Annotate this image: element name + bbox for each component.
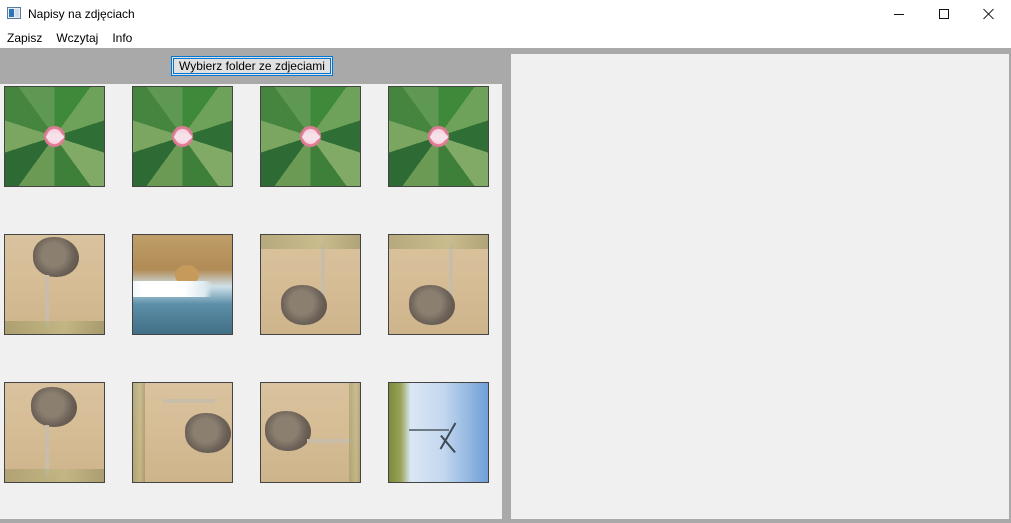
- app-window-icon: [7, 7, 21, 19]
- thumbnail[interactable]: [132, 234, 233, 335]
- thumbnail-grid: [0, 84, 502, 519]
- main-area: Wybierz folder ze zdjeciami: [0, 48, 1011, 523]
- thumbnail[interactable]: [260, 234, 361, 335]
- thumbnail[interactable]: [132, 86, 233, 187]
- thumbnail[interactable]: [388, 382, 489, 483]
- thumbnail[interactable]: [4, 86, 105, 187]
- choose-folder-button[interactable]: Wybierz folder ze zdjeciami: [171, 56, 333, 76]
- menu-info[interactable]: Info: [105, 28, 139, 48]
- thumbnail[interactable]: [4, 234, 105, 335]
- thumbnail[interactable]: [388, 86, 489, 187]
- menu-wczytaj[interactable]: Wczytaj: [49, 28, 105, 48]
- close-icon: [983, 8, 995, 20]
- preview-panel: [511, 54, 1009, 519]
- window-title: Napisy na zdjęciach: [28, 7, 135, 21]
- maximize-icon: [939, 9, 949, 19]
- menu-bar: Zapisz Wczytaj Info: [0, 28, 1011, 48]
- thumbnail[interactable]: [132, 382, 233, 483]
- image-browser-panel: Wybierz folder ze zdjeciami: [0, 48, 506, 523]
- close-button[interactable]: [966, 0, 1011, 28]
- maximize-button[interactable]: [921, 0, 967, 28]
- minimize-button[interactable]: [876, 0, 922, 28]
- thumbnail[interactable]: [388, 234, 489, 335]
- title-bar: Napisy na zdjęciach: [0, 0, 1011, 28]
- menu-zapisz[interactable]: Zapisz: [0, 28, 49, 48]
- thumbnail[interactable]: [260, 382, 361, 483]
- thumbnail[interactable]: [4, 382, 105, 483]
- thumbnail[interactable]: [260, 86, 361, 187]
- minimize-icon: [894, 13, 904, 15]
